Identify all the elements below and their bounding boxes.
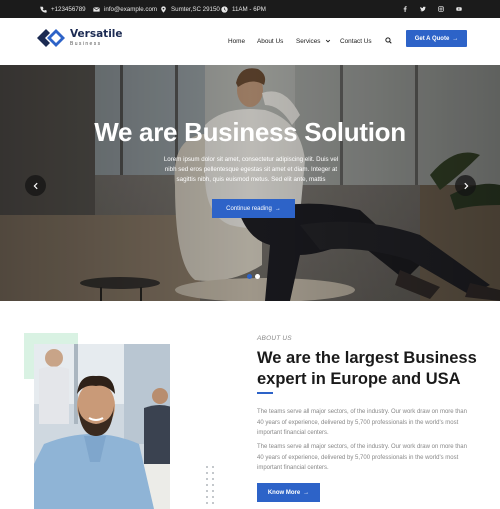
about-paragraph-2: The teams serve all major sectors, of th…	[257, 444, 467, 471]
image-side-panel	[176, 340, 204, 509]
know-more-button[interactable]: Know More →	[257, 483, 320, 502]
topbar-email[interactable]: info@example.com	[93, 0, 157, 18]
get-a-quote-button[interactable]: Get A Quote →	[406, 30, 467, 47]
topbar-location: Sumter,SC 29150	[160, 0, 220, 18]
continue-reading-label: Continue reading	[226, 205, 272, 212]
chevron-right-icon	[463, 182, 468, 189]
facebook-link[interactable]	[402, 0, 408, 18]
nav-home[interactable]: Home	[228, 38, 245, 45]
search-icon[interactable]	[385, 37, 392, 44]
clock-icon	[221, 5, 228, 13]
youtube-icon	[456, 7, 462, 11]
slider-dot-1[interactable]	[247, 274, 252, 279]
nav-contact-us[interactable]: Contact Us	[340, 38, 372, 45]
twitter-link[interactable]	[420, 0, 426, 18]
chevron-down-icon	[326, 40, 331, 43]
about-title: We are the largest Business expert in Eu…	[257, 349, 477, 388]
title-underline	[257, 392, 273, 394]
slider-next-button[interactable]	[455, 175, 476, 196]
continue-reading-button[interactable]: Continue reading →	[212, 199, 295, 218]
site-header: Versatile Business Home About Us Service…	[0, 18, 500, 65]
location-text: Sumter,SC 29150	[171, 5, 220, 13]
hero-slider: We are Business Solution Lorem ipsum dol…	[0, 65, 500, 301]
topbar-phone[interactable]: +123456789	[40, 0, 86, 18]
instagram-icon	[438, 6, 444, 12]
hero-text: Lorem ipsum dolor sit amet, consectetur …	[163, 156, 339, 183]
phone-icon	[40, 6, 47, 13]
slider-dot-2[interactable]	[255, 274, 260, 279]
about-image	[34, 344, 170, 509]
chevron-left-icon	[33, 182, 38, 189]
email-text: info@example.com	[104, 5, 158, 13]
about-section-tag: ABOUT US	[257, 335, 292, 342]
hours-text: 11AM - 6PM	[232, 5, 266, 13]
topbar-hours: 11AM - 6PM	[221, 0, 266, 18]
hero-title: We are Business Solution	[94, 117, 406, 147]
about-paragraph-1: The teams serve all major sectors, of th…	[257, 409, 467, 436]
arrow-right-icon: →	[303, 489, 310, 496]
envelope-icon	[93, 6, 100, 12]
arrow-right-icon: →	[452, 35, 459, 42]
get-a-quote-label: Get A Quote	[414, 35, 450, 42]
facebook-icon	[403, 6, 407, 12]
twitter-icon	[420, 6, 426, 12]
youtube-link[interactable]	[456, 0, 462, 18]
instagram-link[interactable]	[438, 0, 444, 18]
dots-pattern-decoration	[206, 466, 214, 504]
nav-about-us[interactable]: About Us	[257, 38, 283, 45]
phone-text: +123456789	[51, 5, 86, 13]
arrow-right-icon: →	[274, 205, 281, 212]
nav-services-label: Services	[296, 38, 321, 45]
map-pin-icon	[161, 5, 166, 13]
topbar: +123456789 info@example.com Sumter,SC 29…	[0, 0, 500, 18]
know-more-label: Know More	[267, 489, 301, 496]
slider-prev-button[interactable]	[25, 175, 46, 196]
nav-services[interactable]: Services	[296, 38, 331, 45]
